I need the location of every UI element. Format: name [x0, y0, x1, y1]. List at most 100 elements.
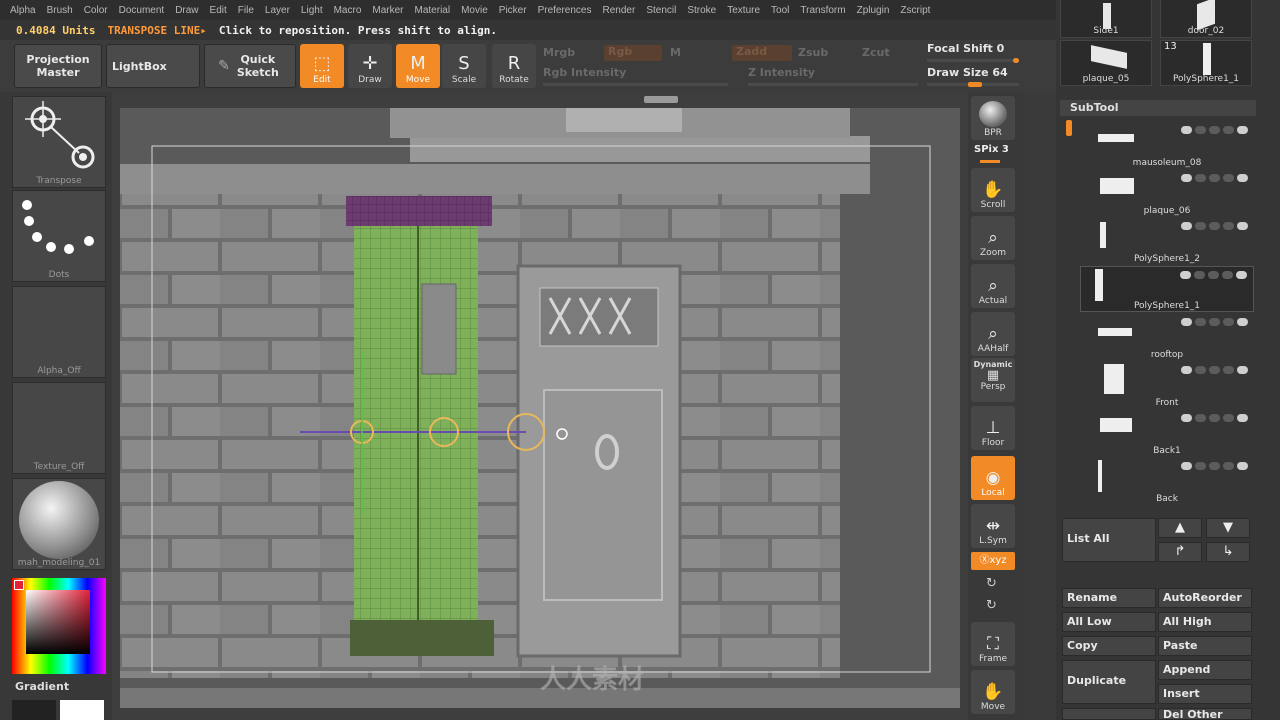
subtool-item[interactable]: PolySphere1_2 [1080, 218, 1254, 264]
lsym-button[interactable]: ⇹ L.Sym [971, 504, 1015, 548]
subtool-item[interactable]: plaque_06 [1080, 170, 1254, 216]
menu-item[interactable]: Marker [372, 5, 403, 16]
visibility-toggle-icon[interactable] [1181, 126, 1192, 134]
scale-button[interactable]: S Scale [442, 44, 486, 88]
canvas-scrollbar[interactable] [644, 96, 678, 103]
polypaint-toggle-icon[interactable] [1195, 222, 1206, 230]
menu-item[interactable]: Draw [175, 5, 198, 16]
draw-size-knob[interactable] [968, 82, 982, 87]
scroll-button[interactable]: ✋ Scroll [971, 168, 1015, 212]
rename-button[interactable]: Rename [1062, 588, 1156, 608]
eye-icon[interactable] [1237, 318, 1248, 326]
bpr-button[interactable]: BPR [971, 96, 1015, 140]
draw-size-label[interactable]: Draw Size 64 [927, 66, 1008, 79]
rgb-toggle[interactable]: Rgb [604, 45, 662, 61]
m-toggle[interactable]: M [670, 46, 681, 59]
mrgb-toggle[interactable]: Mrgb [543, 46, 575, 59]
move-up-button[interactable]: ▲ [1158, 518, 1202, 538]
subtool-item[interactable]: Back1 [1080, 410, 1254, 456]
eye-icon[interactable] [1237, 126, 1248, 134]
subtool-item[interactable]: rooftop [1080, 314, 1254, 360]
brush-icon[interactable] [1223, 174, 1234, 182]
main-color-swatch[interactable] [12, 700, 56, 720]
brush-icon[interactable] [1222, 271, 1233, 279]
stroke-dots-tile[interactable]: Dots [12, 190, 106, 282]
menu-item[interactable]: Edit [210, 5, 227, 16]
zoom-button[interactable]: ⌕ Zoom [971, 216, 1015, 260]
visibility-toggle-icon[interactable] [1181, 318, 1192, 326]
edit-button[interactable]: ⬚ Edit [300, 44, 344, 88]
menu-item[interactable]: Macro [334, 5, 362, 16]
zcut-toggle[interactable]: Zcut [862, 46, 890, 59]
menu-item[interactable]: Movie [461, 5, 488, 16]
brush-icon[interactable] [1223, 414, 1234, 422]
paste-button[interactable]: Paste [1158, 636, 1252, 656]
brush-icon[interactable] [1223, 222, 1234, 230]
autoreorder-button[interactable]: AutoReorder [1158, 588, 1252, 608]
z-intensity-slider[interactable]: Z Intensity [748, 66, 815, 79]
polypaint-toggle-icon[interactable] [1194, 271, 1205, 279]
rotate-button[interactable]: R Rotate [492, 44, 536, 88]
menu-item[interactable]: Zscript [900, 5, 930, 16]
spix-knob[interactable] [980, 160, 1000, 163]
document-viewport[interactable]: 人人素材 [120, 108, 960, 708]
spix-slider[interactable]: SPix 3 [974, 144, 1009, 155]
eye-icon[interactable] [1237, 222, 1248, 230]
menu-item[interactable]: Zplugin [857, 5, 890, 16]
merge-down-button[interactable]: ↳ [1206, 542, 1250, 562]
focal-shift-label[interactable]: Focal Shift 0 [927, 42, 1004, 55]
frame-button[interactable]: ⛶ Frame [971, 622, 1015, 666]
menu-item[interactable]: Preferences [538, 5, 592, 16]
subtool-item[interactable]: Front [1080, 362, 1254, 408]
zsub-toggle[interactable]: Zsub [798, 46, 828, 59]
polypaint-toggle-icon[interactable] [1195, 414, 1206, 422]
merge-up-button[interactable]: ↱ [1158, 542, 1202, 562]
floor-button[interactable]: ⊥ Floor [971, 406, 1015, 450]
focal-shift-track[interactable] [927, 59, 1019, 62]
menu-item[interactable]: Stencil [646, 5, 676, 16]
move-button[interactable]: M Move [396, 44, 440, 88]
eye-icon[interactable] [1237, 366, 1248, 374]
polypaint-toggle-icon[interactable] [1195, 174, 1206, 182]
copy-button[interactable]: Copy [1062, 636, 1156, 656]
eye-icon[interactable] [1236, 271, 1247, 279]
rotate-y-icon[interactable]: ↻ [986, 576, 997, 591]
tool-thumb-door02[interactable]: door_02 [1160, 0, 1252, 38]
del-other-button[interactable]: Del Other [1158, 708, 1252, 720]
menu-item[interactable]: Layer [265, 5, 290, 16]
list-all-button[interactable]: List All [1062, 518, 1156, 562]
menu-item[interactable]: Transform [800, 5, 845, 16]
draw-button[interactable]: ✛ Draw [348, 44, 392, 88]
quick-sketch-button[interactable]: ✎ Quick Sketch [204, 44, 296, 88]
duplicate-button[interactable]: Duplicate [1062, 660, 1156, 704]
local-button[interactable]: ◉ Local [971, 456, 1015, 500]
tool-thumb-polysphere1_1[interactable]: 13 PolySphere1_1 [1160, 40, 1252, 86]
polypaint-toggle-icon[interactable] [1195, 462, 1206, 470]
menu-item[interactable]: File [238, 5, 254, 16]
dynamesh-toggle-icon[interactable] [1209, 222, 1220, 230]
eye-icon[interactable] [1237, 414, 1248, 422]
color-picker-field[interactable] [26, 590, 90, 654]
focal-shift-knob[interactable] [1013, 58, 1019, 63]
lightbox-button[interactable]: LightBox [106, 44, 200, 88]
brush-icon[interactable] [1223, 462, 1234, 470]
actual-button[interactable]: ⌕ Actual [971, 264, 1015, 308]
material-tile[interactable]: mah_modeling_01 [12, 478, 106, 570]
rgb-intensity-track[interactable] [543, 83, 728, 86]
brush-icon[interactable] [1223, 318, 1234, 326]
visibility-toggle-icon[interactable] [1181, 222, 1192, 230]
color-swatch-active[interactable] [14, 580, 24, 590]
move-down-button[interactable]: ▼ [1206, 518, 1250, 538]
menu-item[interactable]: Picker [499, 5, 527, 16]
menu-item[interactable]: Color [84, 5, 108, 16]
eye-icon[interactable] [1237, 174, 1248, 182]
aahalf-button[interactable]: ⌕ AAHalf [971, 312, 1015, 356]
tool-thumb-plaque05[interactable]: plaque_05 [1060, 40, 1152, 86]
secondary-color-swatch[interactable] [60, 700, 104, 720]
menu-item[interactable]: Alpha [10, 5, 36, 16]
dynamesh-toggle-icon[interactable] [1209, 414, 1220, 422]
dynamesh-toggle-icon[interactable] [1208, 271, 1219, 279]
visibility-toggle-icon[interactable] [1181, 414, 1192, 422]
scene-render[interactable]: 人人素材 [120, 108, 960, 708]
insert-button[interactable]: Insert [1158, 684, 1252, 704]
